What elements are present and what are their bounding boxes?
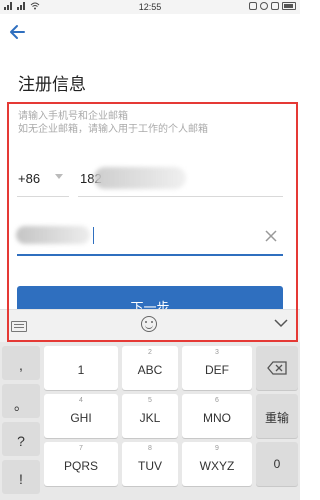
key-6[interactable]: 6 MNO [182, 394, 252, 438]
key-9[interactable]: 9 WXYZ [182, 442, 252, 486]
key-exclaim[interactable]: ! [2, 460, 40, 494]
backspace-icon [267, 361, 287, 375]
key-2[interactable]: 2 ABC [122, 346, 178, 390]
key-7[interactable]: 7 PQRS [44, 442, 118, 486]
alarm-icon [249, 2, 257, 10]
clock-icon [260, 2, 268, 10]
key-5[interactable]: 5 JKL [122, 394, 178, 438]
sim-icon [271, 2, 279, 10]
key-8[interactable]: 8 TUV [122, 442, 178, 486]
keyboard: , 。 ? ! 1 2 ABC 3 DEF 4 GHI 5 JKL 6 MNO 重输 7P… [0, 342, 300, 500]
reset-key[interactable]: 重输 [256, 394, 298, 438]
key-period[interactable]: 。 [2, 384, 40, 418]
key-0[interactable]: 0 [256, 442, 298, 486]
backspace-key[interactable] [256, 346, 298, 390]
key-4[interactable]: 4 GHI [44, 394, 118, 438]
page-title: 注册信息 [18, 75, 86, 95]
key-3[interactable]: 3 DEF [182, 346, 252, 390]
status-right [249, 2, 296, 10]
battery-icon [282, 2, 296, 10]
back-arrow-icon[interactable] [8, 22, 28, 42]
key-question[interactable]: ? [2, 422, 40, 456]
key-comma[interactable]: , [2, 346, 40, 380]
status-bar: 12:55 [0, 0, 300, 14]
highlight-box [7, 102, 298, 342]
key-1[interactable]: 1 [44, 346, 118, 390]
